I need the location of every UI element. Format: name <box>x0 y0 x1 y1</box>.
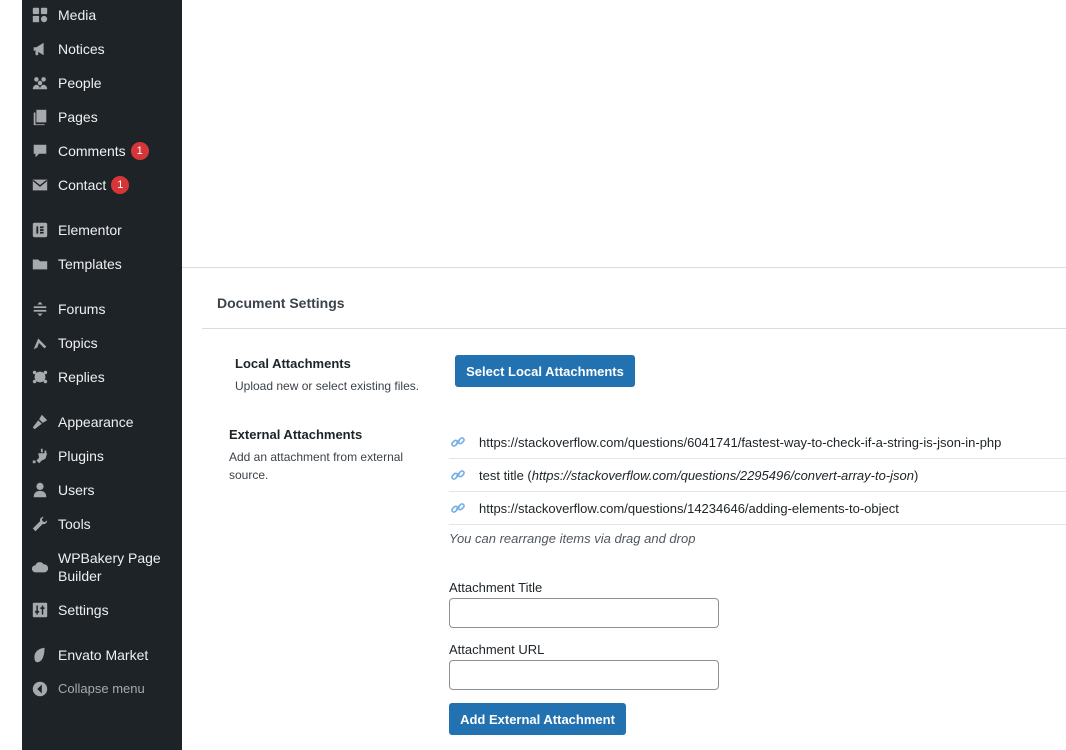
sidebar-item-label: Envato Market <box>58 647 149 663</box>
sidebar-item-label: Comments <box>58 143 126 159</box>
folder-icon <box>31 255 49 273</box>
sidebar-item-label: Pages <box>58 109 98 125</box>
external-attachment-item[interactable]: test title (https://stackoverflow.com/qu… <box>449 459 1066 492</box>
panel-divider <box>202 328 1066 329</box>
mail-icon <box>31 176 49 194</box>
sidebar-item-label: Notices <box>58 41 105 57</box>
sidebar-item-label: Tools <box>58 516 91 532</box>
elementor-icon <box>31 221 49 239</box>
sidebar-item-templates[interactable]: Templates <box>22 255 182 273</box>
sidebar-item-media[interactable]: Media <box>22 6 182 24</box>
user-icon <box>31 481 49 499</box>
attachment-url[interactable]: https://stackoverflow.com/questions/2295… <box>532 468 914 483</box>
topics-icon <box>31 334 49 352</box>
collapse-menu-button[interactable]: Collapse menu <box>22 680 182 698</box>
sidebar-item-appearance[interactable]: Appearance <box>22 413 182 431</box>
local-attachments-description: Upload new or select existing files. <box>235 379 420 393</box>
editor-canvas <box>182 0 1066 268</box>
sidebar-item-label: Replies <box>58 369 105 385</box>
settings-icon <box>31 601 49 619</box>
sidebar-item-plugins[interactable]: Plugins <box>22 447 182 465</box>
external-attachments-description: Add an attachment from external source. <box>229 450 404 482</box>
link-icon <box>449 466 467 484</box>
document-settings-title: Document Settings <box>217 295 345 311</box>
sidebar-item-users[interactable]: Users <box>22 481 182 499</box>
sidebar-item-settings[interactable]: Settings <box>22 601 182 619</box>
replies-icon <box>31 368 49 386</box>
drag-drop-hint: You can rearrange items via drag and dro… <box>449 531 696 546</box>
select-local-attachments-button[interactable]: Select Local Attachments <box>455 355 635 387</box>
sidebar-item-forums[interactable]: Forums <box>22 300 182 318</box>
sidebar-item-elementor[interactable]: Elementor <box>22 221 182 239</box>
sidebar-item-replies[interactable]: Replies <box>22 368 182 386</box>
admin-sidebar: Media Notices People Pages Comments 1 Con… <box>22 0 182 750</box>
media-icon <box>31 6 49 24</box>
sidebar-item-label: Settings <box>58 602 109 618</box>
attachment-title-label: Attachment Title <box>449 580 543 595</box>
cloud-icon <box>31 558 49 576</box>
sidebar-item-label: WPBakery Page Builder <box>58 550 161 584</box>
wrench-icon <box>31 515 49 533</box>
external-attachment-item[interactable]: https://stackoverflow.com/questions/1423… <box>449 492 1066 525</box>
sidebar-item-topics[interactable]: Topics <box>22 334 182 352</box>
sidebar-item-contact[interactable]: Contact 1 <box>22 176 182 194</box>
comments-count-badge: 1 <box>130 142 149 160</box>
sidebar-item-notices[interactable]: Notices <box>22 40 182 58</box>
sidebar-item-pages[interactable]: Pages <box>22 108 182 126</box>
plugin-icon <box>31 447 49 465</box>
sidebar-item-people[interactable]: People <box>22 74 182 92</box>
sidebar-item-label: Appearance <box>58 414 134 430</box>
link-icon <box>449 433 467 451</box>
local-attachments-label: Local Attachments <box>235 356 351 371</box>
sidebar-item-label: Users <box>58 482 95 498</box>
external-attachment-item[interactable]: https://stackoverflow.com/questions/6041… <box>449 426 1066 459</box>
collapse-arrow-icon <box>31 680 49 698</box>
sidebar-item-label: Contact <box>58 177 107 193</box>
attachment-url[interactable]: https://stackoverflow.com/questions/6041… <box>479 435 1001 450</box>
sidebar-item-wpbakery[interactable]: WPBakery Page Builder <box>22 549 182 585</box>
link-icon <box>449 499 467 517</box>
megaphone-icon <box>31 40 49 58</box>
pages-icon <box>31 108 49 126</box>
add-external-attachment-button[interactable]: Add External Attachment <box>449 703 626 735</box>
contact-count-badge: 1 <box>111 176 130 194</box>
sidebar-item-label: Forums <box>58 301 106 317</box>
sidebar-item-label: Elementor <box>58 222 122 238</box>
leaf-icon <box>31 646 49 664</box>
attachment-url-input[interactable] <box>449 660 719 690</box>
attachment-title-input[interactable] <box>449 598 719 628</box>
sidebar-item-tools[interactable]: Tools <box>22 515 182 533</box>
sidebar-item-label: Media <box>58 7 97 23</box>
attachment-title[interactable]: test title <box>479 468 524 483</box>
collapse-menu-label: Collapse menu <box>58 681 145 696</box>
sidebar-item-label: Plugins <box>58 448 104 464</box>
sidebar-item-label: Topics <box>58 335 98 351</box>
people-icon <box>31 74 49 92</box>
sidebar-item-label: People <box>58 75 102 91</box>
brush-icon <box>31 413 49 431</box>
attachment-url[interactable]: https://stackoverflow.com/questions/1423… <box>479 501 899 516</box>
main-content: Document Settings Local Attachments Uplo… <box>182 0 1066 750</box>
comments-icon <box>31 142 49 160</box>
sidebar-item-comments[interactable]: Comments 1 <box>22 142 182 160</box>
external-attachments-label: External Attachments <box>229 427 363 442</box>
forums-icon <box>31 300 49 318</box>
attachment-url-label: Attachment URL <box>449 642 545 657</box>
screen-edge <box>0 0 22 750</box>
sidebar-item-envato-market[interactable]: Envato Market <box>22 646 182 664</box>
sidebar-item-label: Templates <box>58 256 122 272</box>
